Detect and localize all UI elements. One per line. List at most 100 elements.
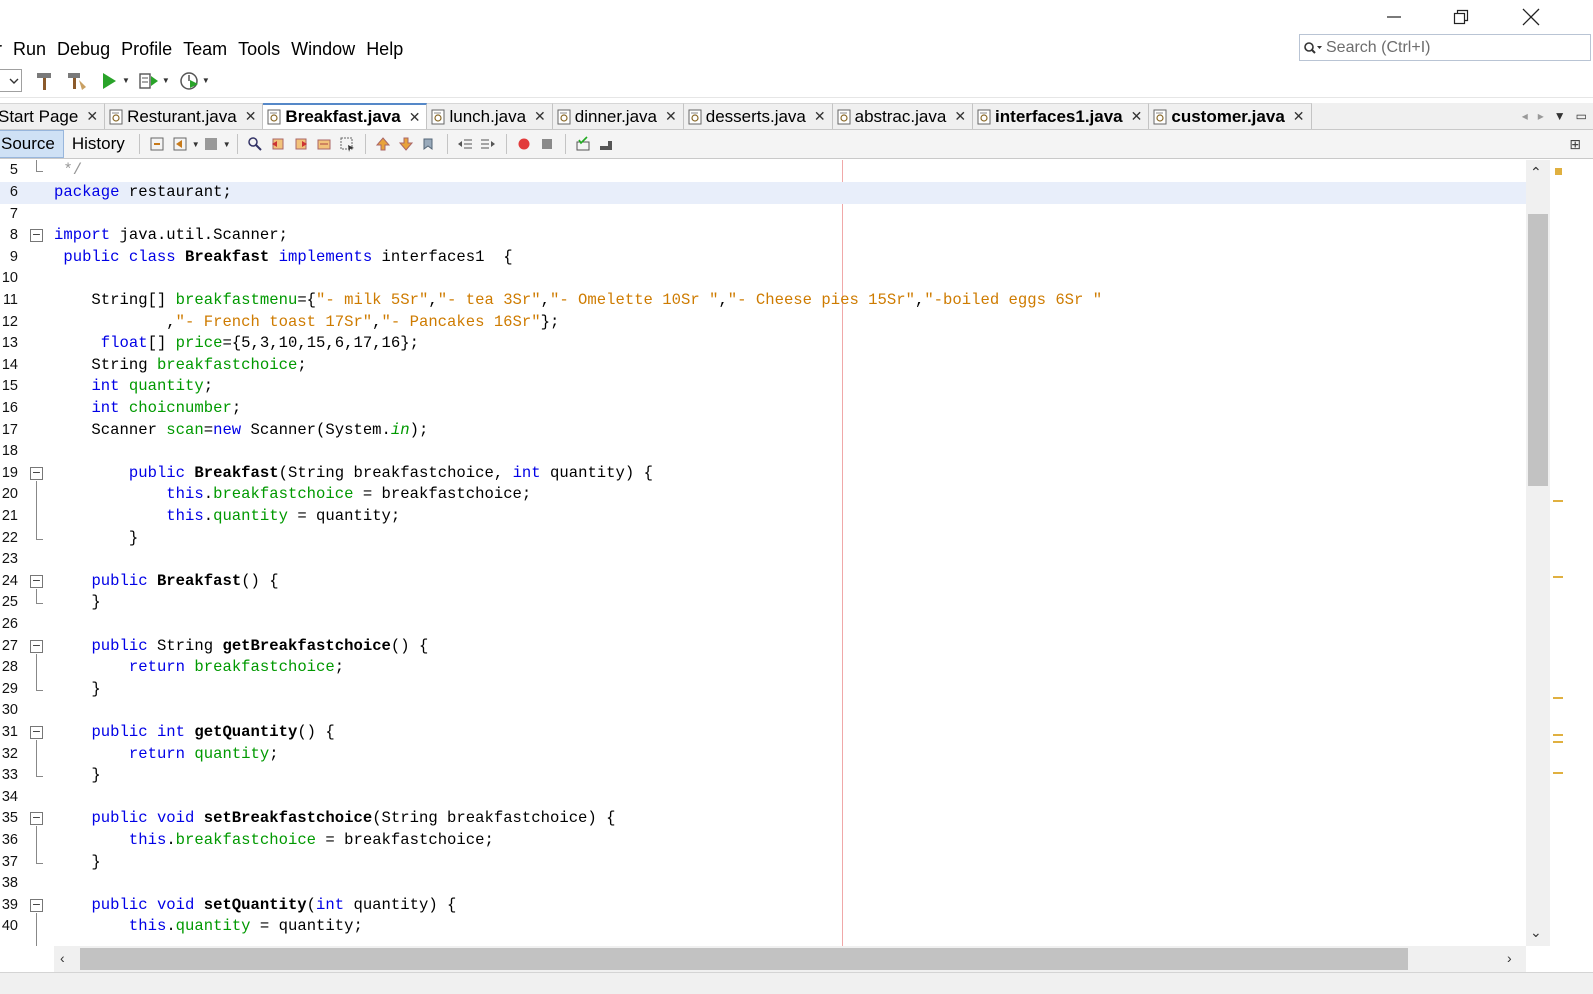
restore-button[interactable]	[1428, 0, 1494, 34]
fold-toggle-icon[interactable]: −	[30, 229, 43, 243]
close-tab-icon[interactable]: ✕	[814, 108, 826, 125]
fold-toggle-icon[interactable]: −	[30, 898, 43, 912]
code-line[interactable]: 22 }	[0, 528, 1548, 550]
code-line[interactable]: 15 int quantity;	[0, 376, 1548, 398]
search-input[interactable]	[1326, 38, 1576, 57]
clean-build-button[interactable]	[64, 68, 90, 94]
configuration-dropdown[interactable]	[0, 69, 22, 92]
code-line[interactable]: 5 */	[0, 160, 1548, 182]
close-tab-icon[interactable]: ✕	[1131, 108, 1143, 125]
tab-interfaces1-java[interactable]: interfaces1.java ✕	[973, 103, 1150, 129]
scroll-down-icon[interactable]: ⌄	[1530, 924, 1542, 941]
code-line[interactable]: 31 public int getQuantity() {	[0, 722, 1548, 744]
menu-item-run[interactable]: Run	[7, 39, 51, 60]
menu-item-profile[interactable]: Profile	[115, 39, 177, 60]
menu-item-team[interactable]: Team	[177, 39, 232, 60]
tab-resturant-java[interactable]: Resturant.java ✕	[105, 103, 264, 129]
code-line[interactable]: 28 return breakfastchoice;	[0, 657, 1548, 679]
minimize-button[interactable]	[1361, 0, 1427, 34]
vertical-scroll-thumb[interactable]	[1528, 214, 1548, 486]
scroll-left-icon[interactable]: ‹	[60, 950, 65, 966]
profile-button[interactable]	[176, 68, 202, 94]
code-line[interactable]: 21 this.quantity = quantity;	[0, 506, 1548, 528]
code-line[interactable]: 13 float[] price={5,3,10,15,6,17,16};	[0, 333, 1548, 355]
code-line[interactable]: 23	[0, 549, 1548, 571]
annotation-summary-mark[interactable]	[1555, 168, 1562, 175]
error-stripe[interactable]	[1550, 160, 1568, 946]
run-button[interactable]	[96, 68, 122, 94]
code-line[interactable]: 17 Scanner scan=new Scanner(System.in);	[0, 420, 1548, 442]
close-tab-icon[interactable]: ✕	[245, 108, 257, 125]
fold-toggle-icon[interactable]: −	[30, 574, 43, 588]
forward-dropdown-icon[interactable]: ▼	[223, 140, 231, 149]
code-line[interactable]: 37 }	[0, 852, 1548, 874]
code-line[interactable]: 14 String breakfastchoice;	[0, 355, 1548, 377]
run-dropdown-icon[interactable]: ▼	[122, 76, 130, 85]
code-line[interactable]: 20 this.breakfastchoice = breakfastchoic…	[0, 484, 1548, 506]
close-window-button[interactable]	[1498, 0, 1564, 34]
code-line[interactable]: 38	[0, 873, 1548, 895]
close-tab-icon[interactable]: ✕	[534, 108, 546, 125]
scroll-tabs-left-icon[interactable]: ◂	[1522, 109, 1528, 123]
code-line[interactable]: 8 import java.util.Scanner;	[0, 225, 1548, 247]
fold-toggle-icon[interactable]: −	[30, 726, 43, 739]
shift-left-icon[interactable]	[456, 135, 474, 153]
profile-dropdown-icon[interactable]: ▼	[202, 76, 210, 85]
code-line[interactable]: 34	[0, 787, 1548, 809]
toggle-highlight-icon[interactable]	[338, 135, 356, 153]
tab-customer-java[interactable]: customer.java ✕	[1149, 103, 1312, 129]
code-line[interactable]: 33 }	[0, 765, 1548, 787]
menu-item-help[interactable]: Help	[360, 39, 408, 60]
toggle-bookmark-icon[interactable]	[420, 135, 438, 153]
uncomment-icon[interactable]	[597, 135, 615, 153]
code-line[interactable]: 16 int choicnumber;	[0, 398, 1548, 420]
start-macro-icon[interactable]	[515, 135, 533, 153]
tab-breakfast-java[interactable]: Breakfast.java ✕	[263, 103, 428, 129]
code-line[interactable]: 39 public void setQuantity(int quantity)…	[0, 895, 1548, 917]
source-tab[interactable]: Source	[0, 130, 64, 158]
next-bookmark-icon[interactable]	[397, 135, 415, 153]
code-line[interactable]: 10	[0, 268, 1548, 290]
search-box[interactable]	[1299, 34, 1591, 61]
find-selection-icon[interactable]	[315, 135, 333, 153]
warning-mark[interactable]	[1553, 734, 1563, 736]
find-icon[interactable]	[246, 135, 264, 153]
code-line[interactable]: 18	[0, 441, 1548, 463]
scroll-right-icon[interactable]: ›	[1507, 950, 1512, 966]
code-line[interactable]: 25 }	[0, 592, 1548, 614]
fold-toggle-icon[interactable]: −	[30, 812, 43, 826]
shift-right-icon[interactable]	[479, 135, 497, 153]
warning-mark[interactable]	[1553, 772, 1563, 774]
close-tab-icon[interactable]: ✕	[409, 109, 421, 126]
fold-toggle-icon[interactable]: −	[30, 639, 43, 653]
stop-macro-icon[interactable]	[538, 135, 556, 153]
code-line[interactable]: 7	[0, 204, 1548, 226]
previous-bookmark-icon[interactable]	[374, 135, 392, 153]
warning-mark[interactable]	[1553, 500, 1563, 502]
code-line[interactable]: 11 String[] breakfastmenu={"- milk 5Sr",…	[0, 290, 1548, 312]
scroll-up-icon[interactable]: ⌃	[1530, 164, 1542, 181]
code-line[interactable]: 12 ,"- French toast 17Sr","- Pancakes 16…	[0, 312, 1548, 334]
menu-item-window[interactable]: Window	[285, 39, 360, 60]
menu-item-debug[interactable]: Debug	[51, 39, 115, 60]
find-previous-icon[interactable]	[269, 135, 287, 153]
code-line[interactable]: 30	[0, 700, 1548, 722]
tab-lunch-java[interactable]: lunch.java ✕	[427, 103, 553, 129]
debug-button[interactable]	[136, 68, 162, 94]
tab-list-dropdown-icon[interactable]: ▼	[1554, 109, 1566, 123]
close-tab-icon[interactable]: ✕	[665, 108, 677, 125]
code-line[interactable]: 35 public void setBreakfastchoice(String…	[0, 808, 1548, 830]
back-icon[interactable]	[171, 135, 189, 153]
menu-item-tools[interactable]: Tools	[232, 39, 285, 60]
comment-icon[interactable]	[574, 135, 592, 153]
code-line[interactable]: 32 return quantity;	[0, 744, 1548, 766]
code-editor[interactable]: 5 */ 6 package restaurant; 7 8 import java.ut…	[0, 160, 1548, 946]
horizontal-scroll-thumb[interactable]	[80, 948, 1408, 970]
close-tab-icon[interactable]: ✕	[86, 108, 98, 125]
code-line[interactable]: 9 public class Breakfast implements inte…	[0, 247, 1548, 269]
split-editor-icon[interactable]: ⊞	[1569, 136, 1581, 153]
code-line[interactable]: 19 public Breakfast(String breakfastchoi…	[0, 463, 1548, 485]
fold-toggle-icon[interactable]: −	[30, 466, 43, 480]
find-next-icon[interactable]	[292, 135, 310, 153]
tab-desserts-java[interactable]: desserts.java ✕	[683, 103, 833, 129]
